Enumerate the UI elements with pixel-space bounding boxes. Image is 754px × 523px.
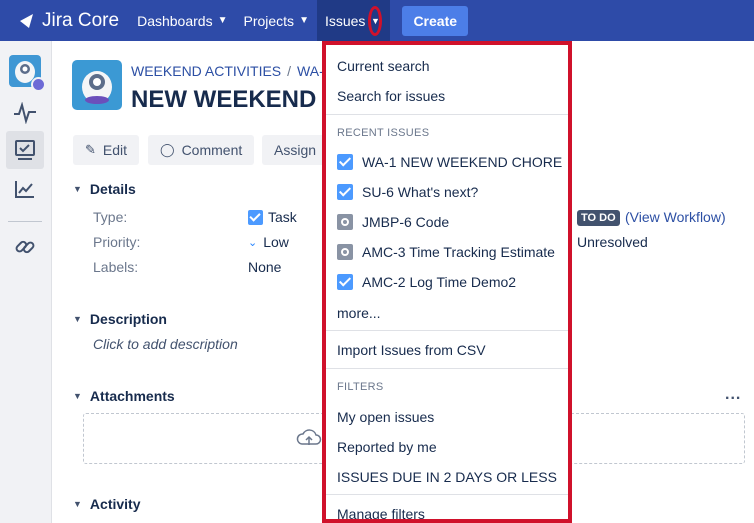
recent-issue-label: WA-1 NEW WEEKEND CHORE	[362, 154, 563, 170]
reports-chart-icon[interactable]	[13, 177, 37, 201]
recent-issue-label: AMC-2 Log Time Demo2	[362, 274, 517, 290]
speech-bubble-icon: ◯	[160, 142, 175, 157]
menu-divider	[326, 114, 568, 115]
status-badge[interactable]: TO DO	[577, 210, 620, 226]
issues-dropdown-menu: Current search Search for issues RECENT …	[322, 41, 572, 523]
edit-label: Edit	[102, 142, 128, 158]
nav-issues-label: Issues	[324, 12, 366, 29]
priority-label: Priority:	[93, 234, 141, 250]
labels-label: Labels:	[93, 259, 139, 275]
monster-avatar-icon	[82, 71, 112, 104]
menu-item-recent-issue[interactable]: AMC-2 Log Time Demo2	[337, 274, 516, 290]
details-heading: Details	[89, 181, 136, 197]
activity-pulse-icon[interactable]	[13, 101, 37, 125]
project-type-badge	[31, 77, 46, 92]
task-icon	[337, 184, 353, 200]
logo-text: Jira Core	[42, 9, 120, 31]
attachments-section-toggle[interactable]: ▼ Attachments	[73, 388, 175, 404]
upload-cloud-icon	[296, 429, 322, 445]
description-placeholder[interactable]: Click to add description	[93, 336, 238, 352]
nav-dashboards-label: Dashboards	[137, 12, 213, 29]
menu-item-recent-issue[interactable]: JMBP-6 Code	[337, 214, 449, 230]
pencil-icon: ✎	[85, 142, 96, 157]
assign-label: Assign	[274, 142, 317, 158]
project-sidebar	[0, 41, 52, 523]
menu-divider	[326, 330, 568, 331]
nav-projects[interactable]: Projects ▼	[235, 0, 316, 41]
recent-issue-label: AMC-3 Time Tracking Estimate	[362, 244, 555, 260]
chevron-down-icon: ▼	[299, 15, 309, 26]
view-workflow-link[interactable]: (View Workflow)	[625, 209, 726, 225]
generic-issue-icon	[337, 214, 353, 230]
priority-value[interactable]: ⌄ Low	[248, 234, 289, 250]
activity-heading: Activity	[89, 496, 141, 512]
more-options-icon[interactable]: ...	[725, 386, 741, 404]
create-button[interactable]: Create	[402, 5, 469, 36]
comment-button[interactable]: ◯ Comment	[148, 135, 255, 165]
type-label: Type:	[93, 209, 128, 225]
menu-divider	[326, 494, 568, 495]
recent-issue-label: SU-6 What's next?	[362, 184, 479, 200]
menu-item-recent-issue[interactable]: SU-6 What's next?	[337, 184, 478, 200]
resolution-value: Unresolved	[577, 234, 648, 250]
comment-label: Comment	[181, 142, 243, 158]
generic-issue-icon	[337, 244, 353, 260]
chevron-down-icon[interactable]: ▼	[368, 5, 383, 36]
chevron-down-icon: ▼	[73, 314, 82, 324]
menu-item-more[interactable]: more...	[337, 305, 381, 321]
menu-divider	[326, 368, 568, 369]
chevron-down-icon: ▼	[73, 499, 82, 509]
link-icon[interactable]	[13, 235, 37, 259]
activity-section-toggle[interactable]: ▼ Activity	[73, 496, 141, 512]
nav-dashboards[interactable]: Dashboards ▼	[129, 0, 235, 41]
jira-logo-icon	[20, 13, 33, 28]
project-avatar[interactable]	[9, 55, 46, 92]
jira-core-logo[interactable]: Jira Core	[18, 10, 119, 32]
menu-item-filter[interactable]: ISSUES DUE IN 2 DAYS OR LESS	[337, 469, 557, 485]
description-heading: Description	[89, 311, 167, 327]
rail-divider	[8, 221, 42, 222]
breadcrumb-separator: /	[287, 63, 292, 79]
nav-projects-label: Projects	[243, 12, 295, 29]
attachments-heading: Attachments	[89, 388, 175, 404]
menu-item-filter[interactable]: Reported by me	[337, 439, 437, 455]
chevron-down-icon: ▼	[73, 391, 82, 401]
assign-button[interactable]: Assign	[262, 135, 329, 165]
priority-low-icon: ⌄	[248, 236, 258, 249]
menu-item-recent-issue[interactable]: AMC-3 Time Tracking Estimate	[337, 244, 555, 260]
chevron-down-icon: ▼	[73, 184, 82, 194]
menu-item-recent-issue[interactable]: WA-1 NEW WEEKEND CHORE	[337, 154, 562, 170]
details-section-toggle[interactable]: ▼ Details	[73, 181, 136, 197]
menu-item-import-csv[interactable]: Import Issues from CSV	[337, 342, 486, 358]
menu-item-search-for-issues[interactable]: Search for issues	[337, 88, 445, 104]
issues-board-icon[interactable]	[13, 138, 37, 162]
type-value[interactable]: Task	[248, 209, 297, 225]
menu-item-current-search[interactable]: Current search	[337, 58, 430, 74]
breadcrumb: WEEKEND ACTIVITIES / WA-1	[131, 63, 332, 79]
chevron-down-icon: ▼	[217, 15, 228, 26]
task-icon	[248, 209, 263, 225]
labels-value[interactable]: None	[248, 259, 281, 275]
breadcrumb-project-link[interactable]: WEEKEND ACTIVITIES	[131, 63, 281, 79]
recent-issue-label: JMBP-6 Code	[362, 214, 450, 230]
task-icon	[337, 154, 353, 170]
filters-heading: FILTERS	[337, 381, 384, 393]
priority-value-text: Low	[263, 234, 289, 250]
edit-button[interactable]: ✎ Edit	[73, 135, 140, 165]
top-navigation-bar: Jira Core Dashboards ▼ Projects ▼ Issues…	[0, 0, 754, 41]
menu-item-filter[interactable]: My open issues	[337, 409, 434, 425]
menu-item-manage-filters[interactable]: Manage filters	[337, 506, 425, 519]
nav-issues[interactable]: Issues ▼	[316, 0, 391, 41]
description-section-toggle[interactable]: ▼ Description	[73, 311, 167, 327]
type-value-text: Task	[268, 209, 297, 225]
issue-title[interactable]: NEW WEEKEND C	[131, 86, 340, 114]
issue-project-avatar	[72, 60, 122, 110]
task-icon	[337, 274, 353, 290]
recent-issues-heading: RECENT ISSUES	[337, 127, 430, 139]
